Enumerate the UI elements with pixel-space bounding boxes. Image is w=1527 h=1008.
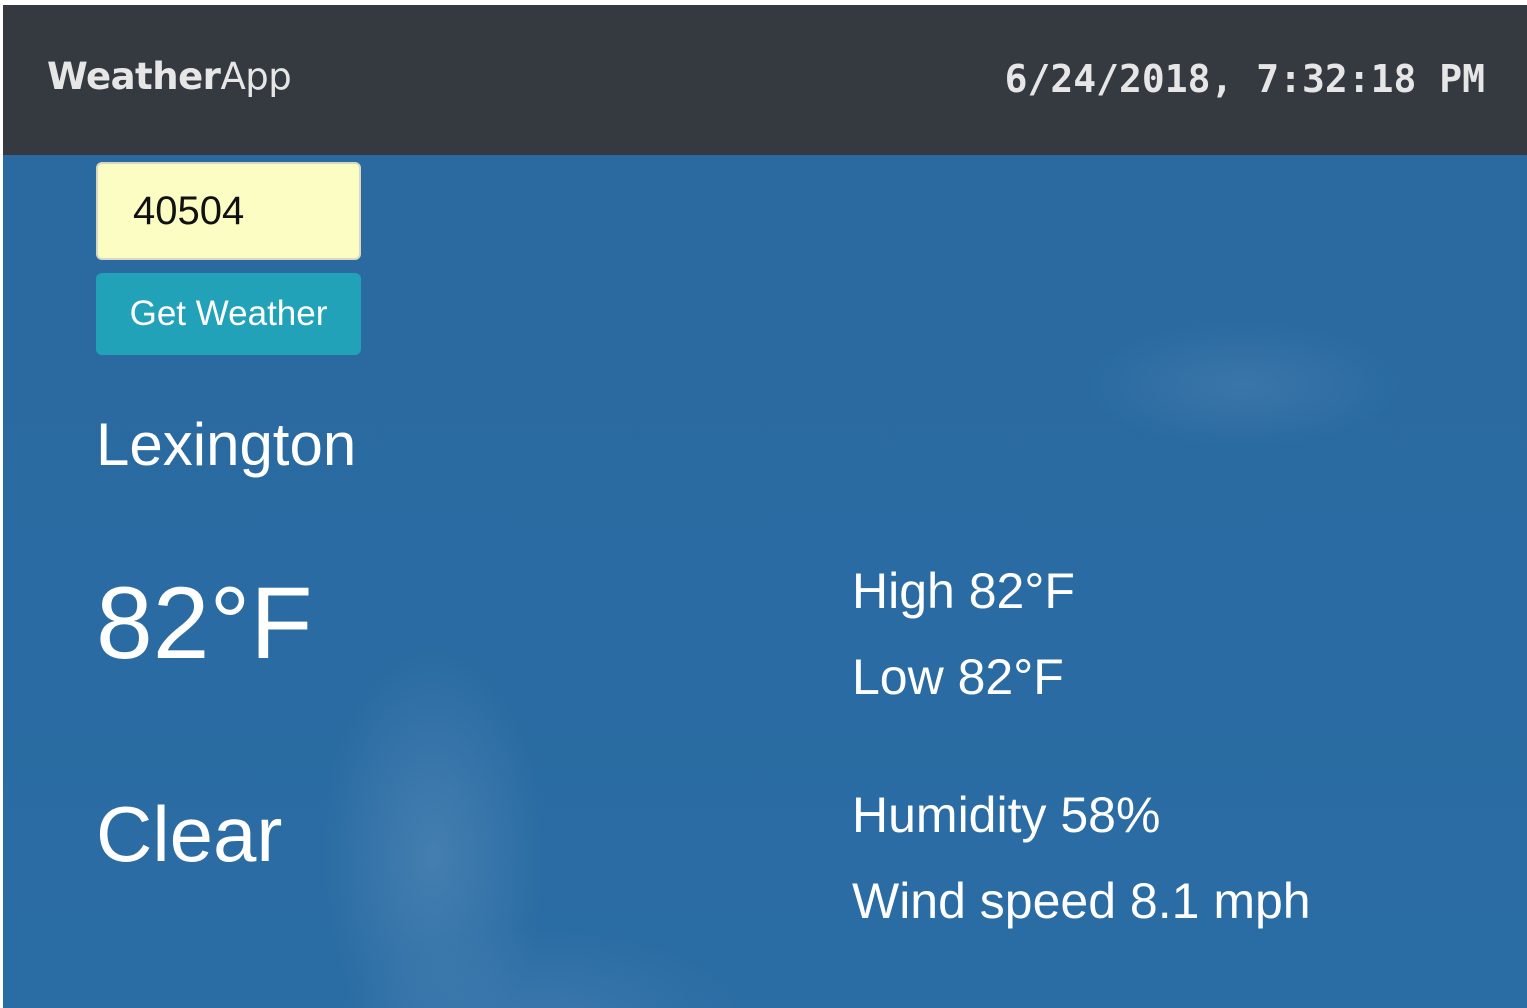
get-weather-button[interactable]: Get Weather — [96, 273, 361, 355]
brand-part-weather: Weather — [47, 55, 221, 98]
high-temperature: High 82°F — [852, 563, 1075, 619]
humidity: Humidity 58% — [852, 787, 1161, 843]
zip-code-input[interactable] — [96, 162, 361, 260]
city-name: Lexington — [96, 411, 357, 478]
datetime-display: 6/24/2018, 7:32:18 PM — [1004, 57, 1485, 101]
app-window: WeatherApp 6/24/2018, 7:32:18 PM Get Wea… — [3, 5, 1527, 1008]
brand-part-app: App — [220, 55, 292, 98]
low-temperature: Low 82°F — [852, 649, 1064, 705]
brand-logo[interactable]: WeatherApp — [47, 55, 292, 98]
wind-speed: Wind speed 8.1 mph — [852, 873, 1311, 929]
weather-condition: Clear — [96, 790, 283, 878]
current-temperature: 82°F — [96, 566, 313, 680]
navbar: WeatherApp 6/24/2018, 7:32:18 PM — [3, 5, 1527, 155]
